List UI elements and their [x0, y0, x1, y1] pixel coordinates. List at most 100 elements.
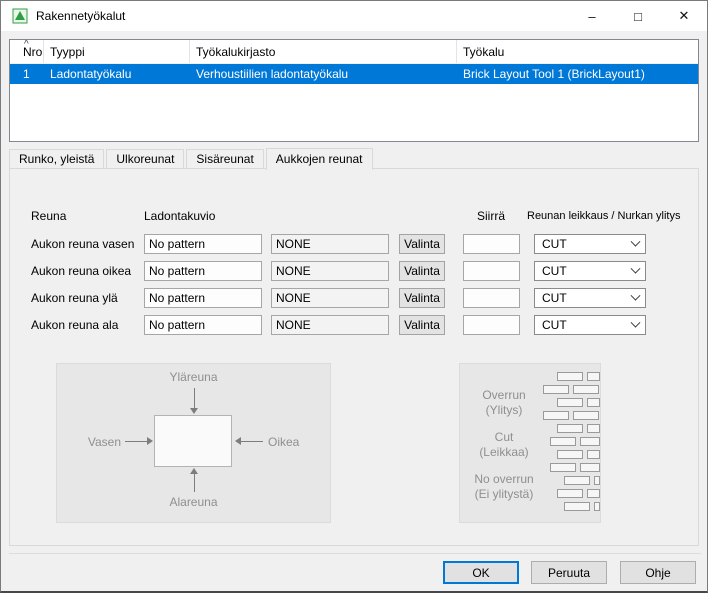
library-field-oikea[interactable] — [271, 261, 389, 281]
cut-select-value: CUT — [542, 291, 567, 305]
brick — [557, 489, 583, 498]
library-field-yla[interactable] — [271, 288, 389, 308]
edge-label-left: Vasen — [75, 435, 121, 449]
siirra-field-oikea[interactable] — [463, 261, 520, 281]
tab-aukkojen-reunat[interactable]: Aukkojen reunat — [266, 148, 373, 170]
library-field-ala[interactable] — [271, 315, 389, 335]
column-header-label: Tyyppi — [50, 45, 85, 59]
row-label-vasen: Aukon reuna vasen — [31, 234, 134, 254]
valinta-button-ala[interactable]: Valinta — [399, 315, 445, 335]
minimize-icon: – — [588, 9, 595, 24]
no-overrun-title: No overrun — [460, 472, 548, 487]
cut-diagram: Overrun (Ylitys) Cut (Leikkaa) No overru… — [459, 363, 601, 523]
tool-list: ^ Nro Tyyppi Työkalukirjasto Työkalu 1 L… — [9, 39, 699, 142]
row-label-ala: Aukon reuna ala — [31, 315, 118, 335]
maximize-icon: □ — [634, 9, 642, 24]
titlebar: Rakennetyökalut – □ ✕ — [1, 1, 707, 31]
sort-ascending-icon: ^ — [24, 40, 29, 50]
row-label-oikea: Aukon reuna oikea — [31, 261, 131, 281]
pattern-field-oikea[interactable] — [144, 261, 262, 281]
cut-select-oikea[interactable]: CUT — [534, 261, 646, 281]
cell-tyokalukirjasto: Verhoustiilien ladontatyökalu — [190, 64, 457, 84]
siirra-field-ala[interactable] — [463, 315, 520, 335]
tool-list-header: ^ Nro Tyyppi Työkalukirjasto Työkalu — [10, 40, 698, 64]
cut-select-yla[interactable]: CUT — [534, 288, 646, 308]
edge-diagram-rect — [154, 415, 232, 467]
cancel-button[interactable]: Peruuta — [531, 561, 607, 584]
close-button[interactable]: ✕ — [661, 1, 707, 31]
tab-bar: Runko, yleistä Ulkoreunat Sisäreunat Auk… — [9, 148, 373, 169]
footer-separator — [9, 553, 701, 554]
siirra-field-vasen[interactable] — [463, 234, 520, 254]
window-controls: – □ ✕ — [569, 1, 707, 31]
tab-runko-yleista[interactable]: Runko, yleistä — [9, 149, 104, 169]
header-reuna: Reuna — [31, 209, 66, 223]
tab-ulkoreunat[interactable]: Ulkoreunat — [106, 149, 184, 169]
brick — [594, 502, 600, 511]
diagram-line — [194, 388, 195, 408]
cut-select-value: CUT — [542, 264, 567, 278]
column-header-label: Työkalukirjasto — [196, 45, 275, 59]
pattern-field-ala[interactable] — [144, 315, 262, 335]
brick — [564, 502, 590, 511]
chevron-down-icon — [631, 317, 641, 327]
tab-sisareunat[interactable]: Sisäreunat — [186, 149, 263, 169]
tab-panel-aukkojen-reunat: Reuna Ladontakuvio Siirrä Reunan leikkau… — [9, 168, 699, 546]
valinta-button-oikea[interactable]: Valinta — [399, 261, 445, 281]
row-label-yla: Aukon reuna ylä — [31, 288, 118, 308]
column-header-tyokalu[interactable]: Työkalu — [457, 40, 698, 63]
brick — [557, 372, 583, 381]
cut-title: Cut — [460, 430, 548, 445]
arrow-right-icon — [147, 437, 153, 445]
chevron-down-icon — [631, 263, 641, 273]
brick — [587, 424, 600, 433]
overrun-subtitle: (Ylitys) — [460, 403, 548, 418]
brick — [543, 385, 569, 394]
brick — [557, 398, 583, 407]
column-header-tyokalukirjasto[interactable]: Työkalukirjasto — [190, 40, 457, 63]
chevron-down-icon — [631, 290, 641, 300]
minimize-button[interactable]: – — [569, 1, 615, 31]
diagram-line — [125, 441, 147, 442]
library-field-vasen[interactable] — [271, 234, 389, 254]
header-reunan-leikkaus: Reunan leikkaus / Nurkan ylitys — [527, 210, 680, 222]
pattern-field-vasen[interactable] — [144, 234, 262, 254]
edge-label-bottom: Alareuna — [57, 495, 330, 509]
brick — [573, 385, 599, 394]
brick — [573, 411, 599, 420]
valinta-button-vasen[interactable]: Valinta — [399, 234, 445, 254]
cut-select-vasen[interactable]: CUT — [534, 234, 646, 254]
pattern-field-yla[interactable] — [144, 288, 262, 308]
help-button[interactable]: Ohje — [620, 561, 696, 584]
edge-label-right: Oikea — [268, 435, 299, 449]
cut-subtitle: (Leikkaa) — [460, 445, 548, 460]
column-header-nro[interactable]: ^ Nro — [10, 40, 44, 63]
maximize-button[interactable]: □ — [615, 1, 661, 31]
header-ladontakuvio: Ladontakuvio — [144, 209, 215, 223]
cut-diagram-label-cut: Cut (Leikkaa) — [460, 430, 548, 460]
diagram-line — [241, 441, 263, 442]
cell-tyyppi: Ladontatyökalu — [44, 64, 190, 84]
cut-select-ala[interactable]: CUT — [534, 315, 646, 335]
brick — [580, 463, 600, 472]
window-title: Rakennetyökalut — [36, 9, 125, 23]
close-icon: ✕ — [679, 8, 690, 24]
table-row[interactable]: 1 Ladontatyökalu Verhoustiilien ladontat… — [10, 64, 698, 84]
cut-select-value: CUT — [542, 237, 567, 251]
edge-diagram: Yläreuna Vasen Oikea Alareuna — [56, 363, 331, 523]
ok-button[interactable]: OK — [443, 561, 519, 584]
header-siirra: Siirrä — [477, 209, 505, 223]
brick — [587, 398, 600, 407]
chevron-down-icon — [631, 236, 641, 246]
brick — [580, 437, 600, 446]
siirra-field-yla[interactable] — [463, 288, 520, 308]
dialog-rakennetyokalut: Rakennetyökalut – □ ✕ ^ Nro Tyyppi Työka… — [0, 0, 708, 593]
no-overrun-subtitle: (Ei ylitystä) — [460, 487, 548, 502]
brick — [550, 437, 576, 446]
cell-tyokalu: Brick Layout Tool 1 (BrickLayout1) — [457, 64, 698, 84]
app-icon — [12, 8, 28, 24]
brick — [557, 450, 583, 459]
brick — [557, 424, 583, 433]
column-header-tyyppi[interactable]: Tyyppi — [44, 40, 190, 63]
valinta-button-yla[interactable]: Valinta — [399, 288, 445, 308]
